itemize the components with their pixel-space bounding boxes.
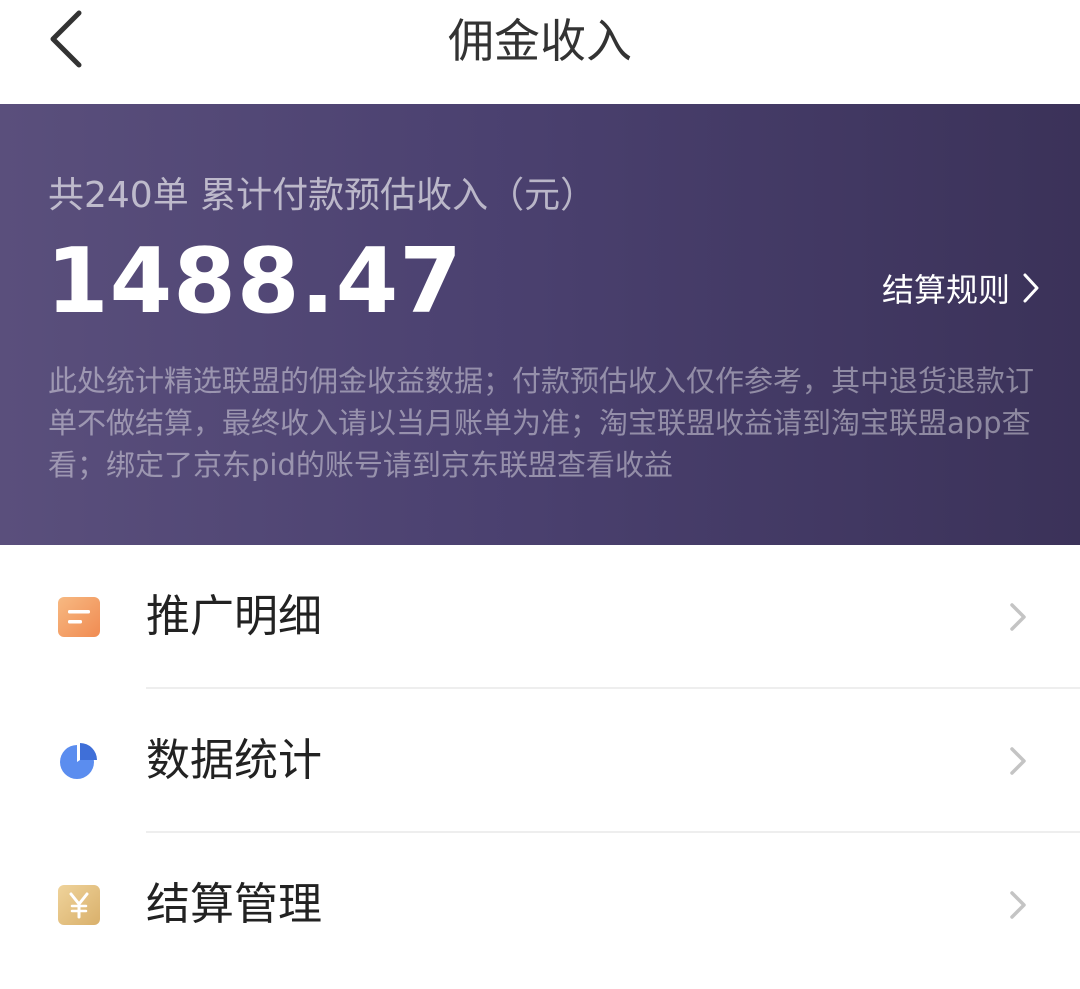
menu-item-settlement-management[interactable]: 结算管理 xyxy=(0,833,1080,977)
chevron-right-icon xyxy=(1010,747,1026,775)
menu-item-data-statistics[interactable]: 数据统计 xyxy=(0,689,1080,833)
chevron-right-icon xyxy=(1023,273,1039,303)
chevron-right-icon xyxy=(1010,891,1026,919)
menu-item-promotion-details[interactable]: 推广明细 xyxy=(0,545,1080,689)
pie-chart-icon xyxy=(60,743,97,779)
yen-icon xyxy=(58,885,100,925)
income-note: 此处统计精选联盟的佣金收益数据；付款预估收入仅作参考，其中退货退款订单不做结算，… xyxy=(48,364,1035,482)
menu-item-label: 推广明细 xyxy=(146,591,322,642)
document-icon xyxy=(58,597,100,637)
chevron-right-icon xyxy=(1010,603,1026,631)
settlement-rules-label: 结算规则 xyxy=(881,271,1010,309)
income-summary-banner: 共240单 累计付款预估收入（元） 1488.47 结算规则 此处统计精选联盟的… xyxy=(0,104,1080,545)
nav-bar: 佣金收入 xyxy=(0,0,1080,104)
page-title: 佣金收入 xyxy=(448,14,632,68)
settlement-rules-link[interactable]: 结算规则 xyxy=(882,264,1040,312)
menu-item-label: 数据统计 xyxy=(146,735,322,786)
menu-list: 推广明细 数据统计 结算管理 xyxy=(0,545,1080,977)
order-summary-text: 共240单 累计付款预估收入（元） xyxy=(48,175,597,216)
estimated-income-amount: 1488.47 xyxy=(46,229,463,334)
menu-item-label: 结算管理 xyxy=(146,879,322,930)
